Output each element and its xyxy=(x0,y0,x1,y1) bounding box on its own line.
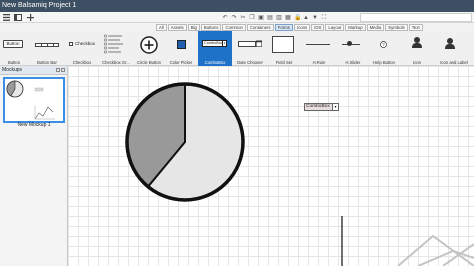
panel-list-icon[interactable] xyxy=(61,68,65,72)
tab-media[interactable]: Media xyxy=(366,23,385,31)
lock-icon[interactable]: 🔒 xyxy=(294,15,301,21)
icon-preview xyxy=(410,36,424,50)
lib-item-icon-and-label[interactable]: Icon and Label xyxy=(434,31,474,66)
window-title: New Balsamiq Project 1 xyxy=(2,2,77,9)
tab-ios[interactable]: iOS xyxy=(311,23,325,31)
checkbox-preview xyxy=(69,42,73,46)
design-canvas[interactable]: ComboBox ▾ xyxy=(68,66,474,266)
tab-buttons[interactable]: Buttons xyxy=(200,23,222,31)
paste-icon[interactable]: ▣ xyxy=(258,15,264,21)
tab-markup[interactable]: Markup xyxy=(345,23,366,31)
partial-chart-widget[interactable] xyxy=(397,234,474,266)
circle-button-preview xyxy=(140,36,158,54)
mockup-name[interactable]: New Mockup 1 xyxy=(0,122,68,128)
lib-item-label: Checkbox Gr... xyxy=(102,60,130,65)
tab-symbols[interactable]: Symbols xyxy=(385,23,408,31)
group-icon[interactable]: ▤ xyxy=(267,15,273,21)
menu-icon[interactable] xyxy=(2,14,10,22)
tab-assets[interactable]: Assets xyxy=(167,23,187,31)
panel-grid-icon[interactable] xyxy=(56,68,60,72)
lib-item-date-chooser[interactable]: Date Chooser xyxy=(232,31,268,66)
panel-title: Mockups xyxy=(2,67,23,73)
button-bar-preview xyxy=(35,43,59,47)
lib-item-label: Button Bar xyxy=(37,60,57,65)
lib-item-label: ComboBox xyxy=(204,60,226,65)
h-slider-thumb xyxy=(347,41,352,46)
lib-item-button[interactable]: Button Button xyxy=(0,31,28,66)
h-rule-preview xyxy=(306,44,330,45)
combobox-text: ComboBox xyxy=(306,104,330,109)
panel-header: Mockups xyxy=(0,66,67,75)
color-picker-preview xyxy=(177,40,186,49)
lib-item-label: Color Picker xyxy=(169,60,193,65)
lib-item-help-button[interactable]: ? Help Button xyxy=(368,31,400,66)
lib-item-h-slider[interactable]: H.Slider xyxy=(338,31,368,66)
ungroup-icon[interactable]: ▥ xyxy=(276,15,282,21)
bring-forward-icon[interactable]: ▲ xyxy=(303,15,309,21)
button-preview: Button xyxy=(3,40,23,48)
lib-item-circle-button[interactable]: Circle Button xyxy=(134,31,164,66)
calendar-icon xyxy=(256,40,263,47)
lib-item-label: Field Set xyxy=(275,60,293,65)
lib-item-label: Button xyxy=(7,60,21,65)
layout-toggle-icon[interactable] xyxy=(14,14,22,22)
duplicate-icon[interactable]: ▦ xyxy=(285,15,291,21)
checkbox-preview-text: Checkbox xyxy=(75,41,96,46)
checkbox-group-preview xyxy=(104,34,128,54)
combobox-preview-text: ComboBox xyxy=(204,41,223,45)
combobox-widget[interactable]: ComboBox ▾ xyxy=(304,103,339,111)
quick-add-search-input[interactable] xyxy=(360,13,472,22)
icon-and-label-preview xyxy=(443,37,457,51)
lib-item-label: H.Slider xyxy=(345,60,361,65)
lib-item-label: Date Chooser xyxy=(237,60,263,65)
tab-all[interactable]: All xyxy=(156,23,167,31)
lib-item-combobox[interactable]: ComboBox ▾ ComboBox xyxy=(198,31,232,66)
canvas-drawing xyxy=(125,82,474,266)
chevron-down-icon: ▾ xyxy=(222,41,226,46)
lib-item-label: H.Rule xyxy=(312,60,326,65)
lib-item-label: Checkbox xyxy=(72,60,92,65)
lib-item-checkbox[interactable]: Checkbox Checkbox xyxy=(66,31,98,66)
chevron-down-icon[interactable]: ▾ xyxy=(332,104,338,110)
top-toolbar: ↶ ↷ ✂ ❐ ▣ ▤ ▥ ▦ 🔒 ▲ ▼ ⛶ xyxy=(0,12,474,23)
tab-containers[interactable]: Containers xyxy=(246,23,274,31)
title-bar: New Balsamiq Project 1 xyxy=(0,0,474,12)
mockups-panel: Mockups New Mockup 1 xyxy=(0,66,68,266)
mockup-thumbnail[interactable] xyxy=(3,77,65,123)
lib-item-label: Icon and Label xyxy=(440,60,468,65)
help-icon: ? xyxy=(380,41,387,48)
undo-icon[interactable]: ↶ xyxy=(222,15,228,21)
field-set-preview xyxy=(272,36,294,53)
lib-item-button-bar[interactable]: Button Bar xyxy=(28,31,66,66)
lib-item-h-rule[interactable]: H.Rule xyxy=(300,31,338,66)
combobox-preview: ComboBox ▾ xyxy=(202,40,227,47)
lib-item-label: Icon xyxy=(413,60,421,65)
lib-item-label: Help Button xyxy=(373,60,395,65)
tab-text[interactable]: Text xyxy=(408,23,423,31)
lib-item-label: Circle Button xyxy=(137,60,161,65)
lib-item-checkbox-group[interactable]: Checkbox Gr... xyxy=(98,31,134,66)
lib-item-color-picker[interactable]: Color Picker xyxy=(164,31,198,66)
library-tabs: All Assets Big Buttons Common Containers Forms… xyxy=(0,23,474,31)
tab-layout[interactable]: Layout xyxy=(325,23,345,31)
tab-forms[interactable]: Forms xyxy=(274,23,293,31)
tab-common[interactable]: Common xyxy=(222,23,246,31)
cut-icon[interactable]: ✂ xyxy=(240,15,246,21)
send-backward-icon[interactable]: ▼ xyxy=(312,15,318,21)
lib-item-icon[interactable]: Icon xyxy=(400,31,434,66)
copy-icon[interactable]: ❐ xyxy=(249,15,255,21)
add-icon[interactable] xyxy=(26,14,34,22)
date-chooser-preview xyxy=(238,41,256,47)
component-library: Button Button Button Bar Checkbox Checkb… xyxy=(0,31,474,66)
redo-icon[interactable]: ↷ xyxy=(231,15,237,21)
pie-chart-widget[interactable] xyxy=(125,82,245,202)
lib-item-field-set[interactable]: Field Set xyxy=(268,31,300,66)
fullscreen-icon[interactable]: ⛶ xyxy=(321,15,327,21)
tab-icons[interactable]: Icons xyxy=(293,23,311,31)
tab-big[interactable]: Big xyxy=(187,23,200,31)
